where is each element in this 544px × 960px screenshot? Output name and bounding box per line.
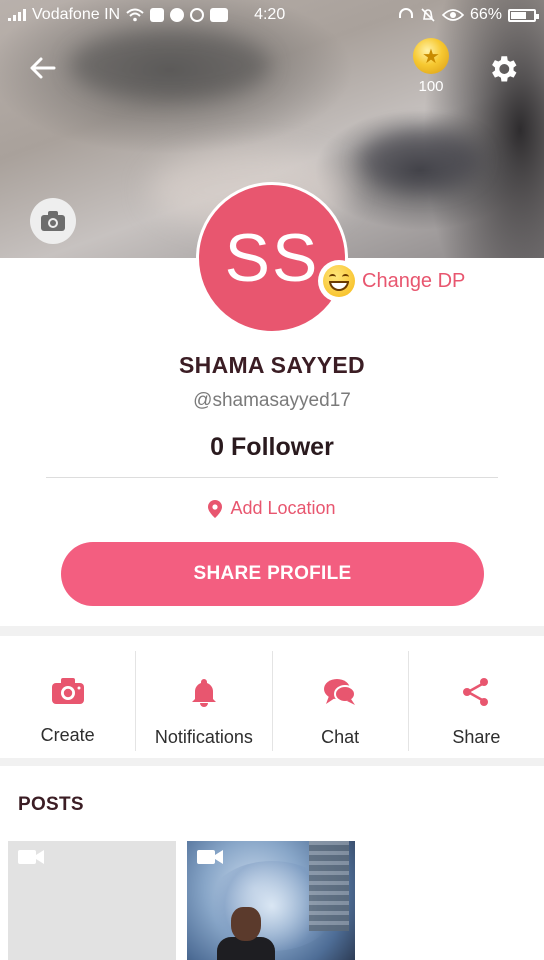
sync-icon (190, 8, 205, 22)
share-icon (463, 678, 489, 706)
share-profile-button[interactable]: SHARE PROFILE (61, 542, 484, 606)
video-camera-icon (197, 850, 223, 864)
create-label: Create (40, 725, 95, 745)
add-location-link[interactable]: Add Location (0, 498, 544, 519)
notifications-label: Notifications (154, 727, 253, 747)
post-thumbnail[interactable] (187, 841, 355, 960)
location-pin-icon (208, 499, 223, 518)
camera-icon (51, 678, 84, 704)
create-button[interactable]: Create (0, 651, 137, 751)
video-camera-icon (18, 850, 44, 864)
notifications-button[interactable]: Notifications (136, 651, 273, 751)
headset-icon (398, 8, 413, 18)
share-button[interactable]: Share (409, 651, 544, 751)
section-divider (0, 626, 544, 636)
gear-icon (492, 56, 517, 82)
message-icon (170, 8, 185, 22)
chat-label: Chat (321, 727, 360, 747)
avatar-initials: SS (224, 220, 320, 296)
coin-icon: ★ (413, 38, 449, 74)
chat-button[interactable]: Chat (273, 651, 409, 751)
bell-icon (191, 679, 216, 707)
wifi-icon (126, 8, 144, 22)
arrow-left-icon (30, 57, 56, 79)
battery-percent: 66% (469, 6, 502, 23)
share-label: Share (452, 727, 501, 747)
eye-icon (441, 9, 464, 21)
coin-balance[interactable]: ★ 100 (408, 38, 454, 95)
status-bar: Vodafone IN 4:20 66% (0, 0, 544, 30)
cover-camera-button[interactable] (30, 198, 76, 244)
change-dp-link[interactable]: Change DP (362, 270, 465, 293)
section-divider (0, 758, 544, 766)
coin-count: 100 (418, 78, 444, 95)
battery-icon (508, 8, 539, 22)
grinning-face-icon[interactable] (318, 260, 360, 302)
silent-icon (421, 8, 435, 22)
settings-button[interactable] (484, 50, 522, 88)
carrier-name: Vodafone IN (32, 6, 121, 23)
action-bar: Create Notifications Chat Share (0, 645, 544, 757)
gallery-icon (150, 8, 165, 22)
chat-bubbles-icon (324, 679, 357, 705)
clock: 4:20 (254, 6, 286, 23)
follower-count[interactable]: 0 Follower (0, 433, 544, 462)
add-location-label: Add Location (230, 498, 336, 518)
avatar[interactable]: SS (196, 182, 348, 334)
post-thumbnail[interactable] (8, 841, 176, 960)
camera-icon (41, 211, 65, 231)
profile-name: SHAMA SAYYED (179, 352, 365, 378)
profile-handle: @shamasayyed17 (193, 390, 351, 411)
back-button[interactable] (24, 50, 60, 86)
divider (46, 477, 498, 478)
video-icon (210, 8, 229, 22)
signal-icon (8, 9, 26, 21)
posts-heading: POSTS (18, 794, 84, 815)
